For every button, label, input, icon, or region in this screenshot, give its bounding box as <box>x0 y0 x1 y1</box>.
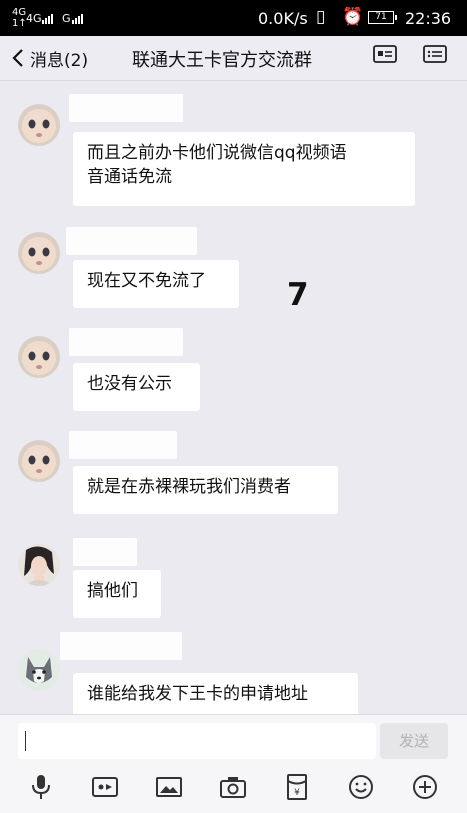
signal1-icon <box>42 14 53 24</box>
sender-name-redacted <box>73 538 137 566</box>
status-bar: 4G 1↑ 4G G 0.0K/s ▯ ⏰ 71 22:36 <box>0 0 467 36</box>
svg-text:¥: ¥ <box>294 788 300 798</box>
video-call-icon[interactable] <box>91 773 119 801</box>
group-profile-icon[interactable] <box>373 45 397 63</box>
message-bubble[interactable]: 搞他们 <box>73 570 161 618</box>
sender-name-redacted <box>60 632 182 660</box>
red-packet-icon[interactable]: ¥ <box>283 773 311 801</box>
group-menu-icon[interactable] <box>423 45 447 63</box>
network-speed: 0.0K/s <box>258 9 308 28</box>
send-button[interactable]: 发送 <box>380 723 448 759</box>
avatar[interactable] <box>18 232 60 274</box>
back-button[interactable]: 消息(2) <box>12 44 88 72</box>
back-label: 消息(2) <box>30 50 89 71</box>
avatar[interactable] <box>18 544 60 586</box>
image-icon[interactable] <box>155 773 183 801</box>
chevron-left-icon <box>12 49 23 67</box>
message-input[interactable] <box>18 723 376 759</box>
message-bubble[interactable]: 就是在赤裸裸玩我们消费者 <box>73 466 338 514</box>
avatar[interactable] <box>18 104 60 146</box>
carrier2-label: G <box>62 12 71 25</box>
sender-name-redacted <box>69 94 183 122</box>
sender-name-redacted <box>69 328 183 356</box>
sender-name-redacted <box>66 227 197 255</box>
emoji-icon[interactable] <box>347 773 375 801</box>
vibrate-icon: ▯ <box>316 7 326 27</box>
message-list[interactable]: 而且之前办卡他们说微信qq视频语 音通话免流 现在又不免流了 也没有公示 就是在… <box>0 80 467 714</box>
overlay-number: 7 <box>287 277 309 313</box>
alarm-icon: ⏰ <box>342 7 364 27</box>
sender-name-redacted <box>69 431 177 459</box>
avatar[interactable] <box>18 336 60 378</box>
avatar[interactable] <box>18 649 60 691</box>
text-caret <box>25 731 26 751</box>
message-bubble[interactable]: 而且之前办卡他们说微信qq视频语 音通话免流 <box>73 132 415 206</box>
message-bubble[interactable]: 现在又不免流了 <box>73 260 239 308</box>
network-indicator: 4G 1↑ <box>12 7 27 29</box>
carrier1-label: 4G <box>26 12 42 25</box>
clock-time: 22:36 <box>405 9 452 28</box>
message-bubble[interactable]: 谁能给我发下王卡的申请地址 <box>73 673 358 714</box>
camera-icon[interactable] <box>219 773 247 801</box>
composer-bar: 发送 ¥ <box>0 714 467 813</box>
avatar[interactable] <box>18 440 60 482</box>
microphone-icon[interactable] <box>27 773 55 801</box>
message-bubble[interactable]: 也没有公示 <box>73 363 200 411</box>
page-title: 联通大王卡官方交流群 <box>132 50 312 71</box>
signal2-icon <box>72 14 83 24</box>
battery-icon: 71 <box>368 11 397 24</box>
plus-icon[interactable] <box>411 773 439 801</box>
